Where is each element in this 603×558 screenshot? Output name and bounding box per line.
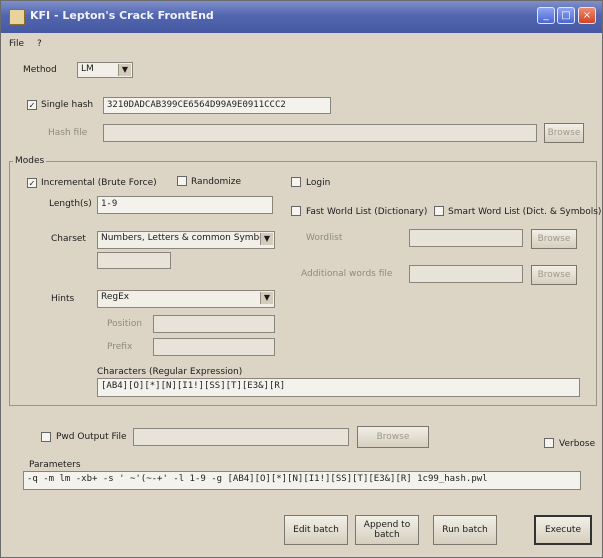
pwd-output-label: Pwd Output File bbox=[56, 432, 127, 442]
randomize-label: Randomize bbox=[191, 177, 242, 187]
login-checkbox[interactable] bbox=[291, 177, 301, 187]
minimize-button[interactable]: _ bbox=[537, 7, 555, 24]
login-label: Login bbox=[306, 178, 331, 188]
position-label: Position bbox=[107, 319, 143, 329]
hash-file-browse-button[interactable]: Browse bbox=[544, 123, 584, 143]
main-window: KFI - Lepton's Crack FrontEnd _ □ × File… bbox=[0, 0, 603, 558]
method-value: LM bbox=[81, 64, 94, 74]
append-to-batch-button[interactable]: Append to batch bbox=[355, 515, 419, 545]
title-bar: KFI - Lepton's Crack FrontEnd _ □ × bbox=[1, 1, 602, 33]
additional-words-browse-button[interactable]: Browse bbox=[531, 265, 577, 285]
pwd-output-browse-button[interactable]: Browse bbox=[357, 426, 429, 448]
incremental-label: Incremental (Brute Force) bbox=[41, 178, 157, 188]
parameters-label: Parameters bbox=[29, 460, 81, 470]
single-hash-label: Single hash bbox=[41, 100, 94, 110]
verbose-label: Verbose bbox=[559, 439, 596, 449]
menu-bar: File ? bbox=[9, 39, 52, 51]
prefix-label: Prefix bbox=[107, 342, 133, 352]
verbose-checkbox[interactable] bbox=[544, 438, 554, 448]
wordlist-input[interactable] bbox=[409, 229, 523, 247]
additional-words-label: Additional words file bbox=[301, 269, 393, 279]
charset-custom-input[interactable] bbox=[97, 252, 171, 269]
pwd-output-input[interactable] bbox=[133, 428, 349, 446]
length-label: Length(s) bbox=[49, 199, 92, 209]
method-select[interactable]: LM ▼ bbox=[77, 62, 133, 78]
wordlist-label: Wordlist bbox=[306, 233, 343, 243]
run-batch-button[interactable]: Run batch bbox=[433, 515, 497, 545]
hints-label: Hints bbox=[51, 294, 75, 304]
edit-batch-button[interactable]: Edit batch bbox=[284, 515, 348, 545]
incremental-checkbox[interactable]: ✓ bbox=[27, 178, 37, 188]
length-input[interactable]: 1-9 bbox=[97, 196, 273, 214]
regex-label: Characters (Regular Expression) bbox=[97, 367, 243, 377]
smart-wordlist-checkbox[interactable] bbox=[434, 206, 444, 216]
hints-select[interactable]: RegEx ▼ bbox=[97, 290, 275, 308]
fast-wordlist-label: Fast World List (Dictionary) bbox=[306, 207, 428, 217]
single-hash-input[interactable]: 3210DADCAB399CE6564D99A9E0911CCC2 bbox=[103, 97, 331, 114]
charset-select[interactable]: Numbers, Letters & common Symbols ▼ bbox=[97, 231, 275, 249]
maximize-button[interactable]: □ bbox=[557, 7, 575, 24]
method-label: Method bbox=[23, 65, 57, 75]
charset-label: Charset bbox=[51, 234, 86, 244]
chevron-down-icon: ▼ bbox=[260, 233, 273, 245]
additional-words-input[interactable] bbox=[409, 265, 523, 283]
hints-value: RegEx bbox=[101, 292, 130, 302]
single-hash-checkbox[interactable]: ✓ bbox=[27, 100, 37, 110]
menu-file[interactable]: File bbox=[9, 39, 24, 49]
hash-file-input[interactable] bbox=[103, 124, 537, 142]
chevron-down-icon: ▼ bbox=[260, 292, 273, 304]
pwd-output-checkbox[interactable] bbox=[41, 432, 51, 442]
randomize-checkbox[interactable] bbox=[177, 176, 187, 186]
chevron-down-icon: ▼ bbox=[118, 64, 131, 76]
close-button[interactable]: × bbox=[578, 7, 596, 24]
position-input[interactable] bbox=[153, 315, 275, 333]
regex-input[interactable]: [AB4][O][*][N][I1!][SS][T][E3&][R] bbox=[97, 378, 580, 397]
charset-value: Numbers, Letters & common Symbols bbox=[101, 233, 272, 243]
hash-file-label: Hash file bbox=[48, 128, 88, 138]
window-title: KFI - Lepton's Crack FrontEnd bbox=[30, 9, 214, 22]
modes-title: Modes bbox=[13, 156, 47, 166]
execute-button[interactable]: Execute bbox=[534, 515, 592, 545]
app-icon bbox=[9, 9, 25, 25]
wordlist-browse-button[interactable]: Browse bbox=[531, 229, 577, 249]
smart-wordlist-label: Smart Word List (Dict. & Symbols) bbox=[448, 207, 602, 217]
prefix-input[interactable] bbox=[153, 338, 275, 356]
menu-help[interactable]: ? bbox=[37, 39, 42, 49]
fast-wordlist-checkbox[interactable] bbox=[291, 206, 301, 216]
parameters-input[interactable]: -q -m lm -xb+ -s ' ~'(~-+' -l 1-9 -g [AB… bbox=[23, 471, 581, 490]
